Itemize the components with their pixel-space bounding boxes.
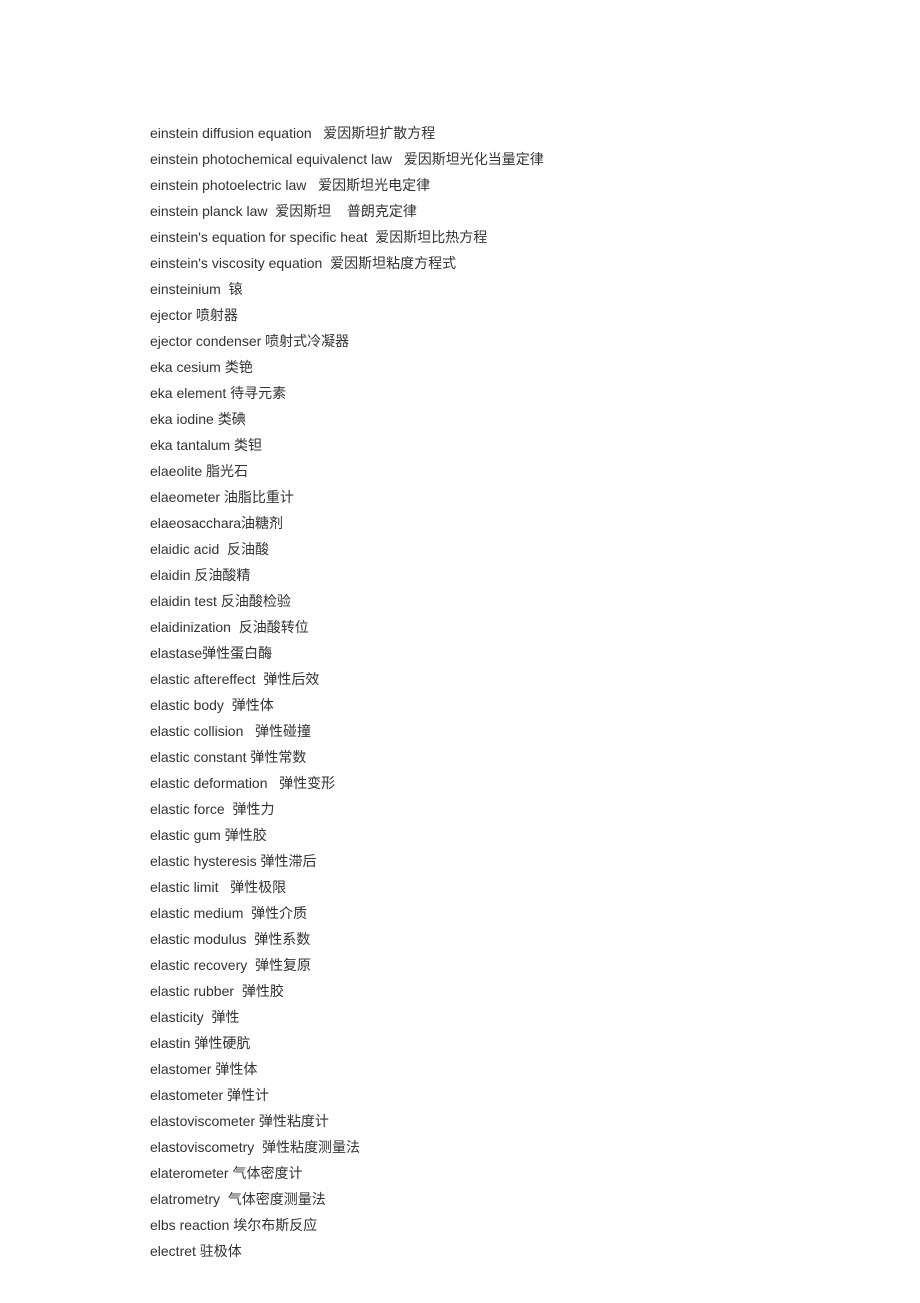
glossary-list: einstein diffusion equation 爱因斯坦扩散方程eins… [0,0,920,1264]
glossary-entry: elaterometer 气体密度计 [150,1160,920,1186]
glossary-entry: elastomer 弹性体 [150,1056,920,1082]
glossary-entry: elastic body 弹性体 [150,692,920,718]
glossary-entry: elastoviscometer 弹性粘度计 [150,1108,920,1134]
glossary-entry: elaeometer 油脂比重计 [150,484,920,510]
glossary-entry: elastic limit 弹性极限 [150,874,920,900]
glossary-entry: eka element 待寻元素 [150,380,920,406]
glossary-entry: eka tantalum 类钽 [150,432,920,458]
glossary-entry: elastic hysteresis 弹性滞后 [150,848,920,874]
glossary-entry: einstein diffusion equation 爱因斯坦扩散方程 [150,120,920,146]
glossary-entry: electret 驻极体 [150,1238,920,1264]
glossary-entry: elastic collision 弹性碰撞 [150,718,920,744]
glossary-entry: elastic gum 弹性胶 [150,822,920,848]
glossary-entry: elaidinization 反油酸转位 [150,614,920,640]
glossary-entry: elastase弹性蛋白酶 [150,640,920,666]
glossary-entry: ejector 喷射器 [150,302,920,328]
glossary-entry: elbs reaction 埃尔布斯反应 [150,1212,920,1238]
glossary-entry: einstein's equation for specific heat 爱因… [150,224,920,250]
glossary-entry: einstein photochemical equivalenct law 爱… [150,146,920,172]
glossary-entry: elastic force 弹性力 [150,796,920,822]
glossary-entry: elaidic acid 反油酸 [150,536,920,562]
glossary-entry: elastic medium 弹性介质 [150,900,920,926]
glossary-entry: elaidin 反油酸精 [150,562,920,588]
glossary-entry: elaidin test 反油酸检验 [150,588,920,614]
glossary-entry: elastin 弹性硬肮 [150,1030,920,1056]
glossary-entry: ejector condenser 喷射式冷凝器 [150,328,920,354]
glossary-entry: elatrometry 气体密度测量法 [150,1186,920,1212]
glossary-entry: einstein photoelectric law 爱因斯坦光电定律 [150,172,920,198]
glossary-entry: elastic aftereffect 弹性后效 [150,666,920,692]
glossary-entry: elastoviscometry 弹性粘度测量法 [150,1134,920,1160]
glossary-entry: elaeolite 脂光石 [150,458,920,484]
glossary-entry: elastic constant 弹性常数 [150,744,920,770]
glossary-entry: einstein planck law 爱因斯坦 普朗克定律 [150,198,920,224]
glossary-entry: eka cesium 类铯 [150,354,920,380]
glossary-entry: eka iodine 类碘 [150,406,920,432]
glossary-entry: elaeosacchara油糖剂 [150,510,920,536]
glossary-entry: elastic recovery 弹性复原 [150,952,920,978]
glossary-entry: einsteinium 锿 [150,276,920,302]
glossary-entry: elastometer 弹性计 [150,1082,920,1108]
glossary-entry: einstein's viscosity equation 爱因斯坦粘度方程式 [150,250,920,276]
glossary-entry: elastic modulus 弹性系数 [150,926,920,952]
glossary-entry: elastic deformation 弹性变形 [150,770,920,796]
glossary-entry: elasticity 弹性 [150,1004,920,1030]
glossary-entry: elastic rubber 弹性胶 [150,978,920,1004]
